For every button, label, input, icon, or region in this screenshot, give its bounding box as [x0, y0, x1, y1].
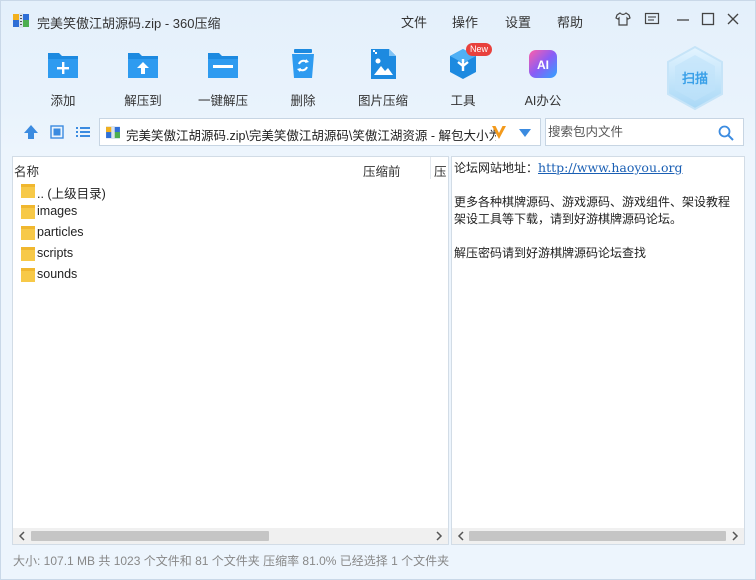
up-level-icon[interactable] [22, 123, 40, 141]
scrollbar-thumb[interactable] [31, 531, 269, 541]
chevron-down-icon[interactable] [518, 128, 532, 138]
folder-icon [21, 226, 35, 240]
folder-icon [21, 205, 35, 219]
search-icon[interactable] [718, 125, 734, 141]
status-bar: 大小: 107.1 MB 共 1023 个文件和 81 个文件夹 压缩率 81.… [13, 554, 450, 568]
menu-help[interactable]: 帮助 [557, 12, 583, 31]
zip-archive-icon [13, 13, 29, 28]
folder-icon [21, 247, 35, 261]
minimize-icon[interactable] [674, 10, 692, 28]
file-name: sounds [37, 267, 78, 281]
svg-text:AI: AI [537, 58, 549, 72]
archive-comment-pane: 论坛网站地址：http://www.haoyou.org 更多各种棋牌源码、游戏… [451, 156, 745, 545]
quick-extract-folder-icon [208, 53, 238, 78]
image-file-icon [371, 49, 396, 79]
zip-archive-icon [106, 126, 120, 139]
list-item[interactable]: particles [17, 222, 437, 243]
menu-settings[interactable]: 设置 [505, 12, 531, 31]
file-name: images [37, 204, 78, 218]
file-name: scripts [37, 246, 74, 260]
one-click-extract-label: 一键解压 [197, 94, 248, 108]
comment-line-4: 解压密码请到好游棋牌源码论坛查找 [454, 246, 647, 260]
scroll-left-icon[interactable] [16, 530, 28, 542]
list-view-icon[interactable] [74, 123, 92, 141]
ai-office-label: AI办公 [524, 94, 562, 108]
folder-icon [21, 184, 35, 198]
list-item[interactable]: images [17, 201, 437, 222]
list-item-parent-dir[interactable]: .. (上级目录) [17, 180, 437, 201]
svg-text:扫描: 扫描 [682, 71, 708, 87]
maximize-icon[interactable] [699, 10, 717, 28]
comment-line-2: 更多各种棋牌源码、游戏源码、游戏组件、架设教程 [454, 195, 731, 209]
app-window: 完美笑傲江胡源码.zip - 360压缩 文件 操作 设置 帮助 添加 解压到 … [0, 0, 756, 580]
file-list-pane: 名称 压缩前 压 .. (上级目录) images particles scri… [12, 156, 449, 545]
skin-icon[interactable] [614, 10, 632, 28]
extract-to-button[interactable]: 解压到 [108, 47, 178, 109]
comment-line-1: 论坛网站地址：http://www.haoyou.org [454, 159, 682, 176]
search-input[interactable] [546, 119, 716, 145]
scroll-right-icon[interactable] [433, 530, 445, 542]
ai-icon: AI [529, 50, 557, 78]
delete-button[interactable]: 删除 [268, 47, 338, 109]
add-button[interactable]: 添加 [28, 47, 98, 109]
archive-path: 完美笑傲江胡源码.zip\完美笑傲江胡源码\笑傲江湖资源 - 解包大小为 [126, 129, 496, 143]
one-click-extract-button[interactable]: 一键解压 [188, 47, 258, 109]
list-item[interactable]: sounds [17, 264, 437, 285]
scan-button[interactable]: 扫描 [665, 45, 725, 111]
scroll-left-icon[interactable] [455, 530, 467, 542]
column-original-size[interactable]: 压缩前 [363, 161, 401, 180]
feedback-icon[interactable] [643, 10, 661, 28]
delete-label: 删除 [290, 94, 316, 108]
menu-operation[interactable]: 操作 [452, 12, 478, 31]
comment-line-3: 架设工具等下载，请到好游棋牌源码论坛。 [454, 212, 683, 226]
title-bar: 完美笑傲江胡源码.zip - 360压缩 文件 操作 设置 帮助 [1, 1, 755, 35]
menu-file[interactable]: 文件 [401, 12, 427, 31]
horizontal-scrollbar[interactable] [13, 528, 448, 544]
list-item[interactable]: scripts [17, 243, 437, 264]
folder-icon [21, 268, 35, 282]
window-title: 完美笑傲江胡源码.zip - 360压缩 [37, 16, 221, 31]
close-icon[interactable] [724, 10, 742, 28]
tools-button[interactable]: 工具 [428, 47, 498, 109]
forum-address-label: 论坛网站地址： [454, 161, 539, 175]
forum-link[interactable]: http://www.haoyou.org [538, 160, 682, 175]
file-name: .. (上级目录) [37, 187, 106, 201]
extract-folder-icon [128, 53, 158, 78]
new-badge: New [466, 43, 492, 56]
recycle-bin-icon [292, 49, 314, 78]
scroll-right-icon[interactable] [729, 530, 741, 542]
ai-office-button[interactable]: AI AI办公 [508, 47, 578, 109]
extract-to-label: 解压到 [124, 94, 162, 108]
orange-check-icon [492, 126, 506, 139]
thumbnail-view-icon[interactable] [48, 123, 66, 141]
tools-label: 工具 [450, 94, 476, 108]
add-folder-icon [48, 53, 78, 78]
search-box[interactable] [545, 118, 744, 146]
image-compress-button[interactable]: 图片压缩 [348, 47, 418, 109]
image-compress-label: 图片压缩 [357, 94, 408, 108]
address-bar[interactable]: 完美笑傲江胡源码.zip\完美笑傲江胡源码\笑傲江湖资源 - 解包大小为 [99, 118, 541, 146]
file-name: particles [37, 225, 84, 239]
column-name[interactable]: 名称 [14, 161, 39, 180]
column-divider[interactable] [430, 157, 431, 179]
scrollbar-thumb[interactable] [469, 531, 726, 541]
horizontal-scrollbar[interactable] [452, 528, 744, 544]
column-compressed-size[interactable]: 压 [434, 161, 447, 180]
add-label: 添加 [50, 94, 76, 108]
